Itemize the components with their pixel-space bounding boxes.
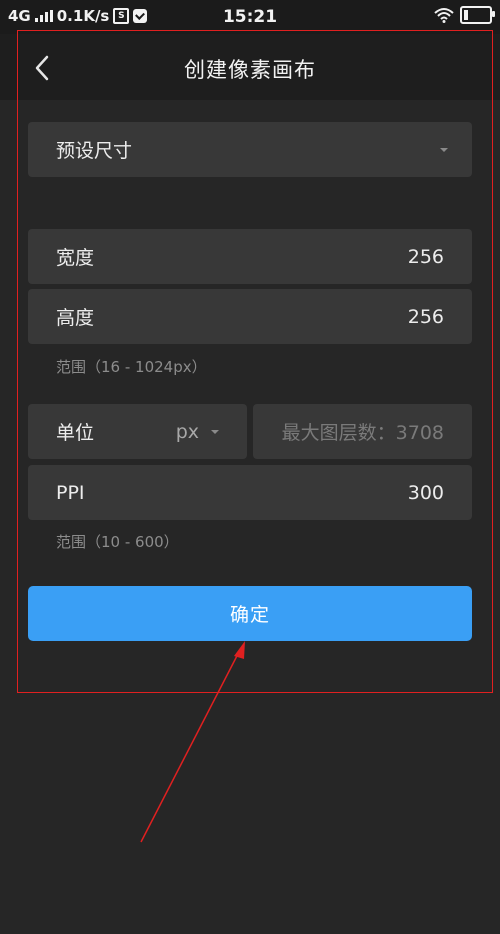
chevron-down-icon (211, 429, 219, 434)
status-right (434, 6, 495, 24)
battery-icon (460, 6, 495, 24)
page-title: 创建像素画布 (184, 58, 316, 82)
width-label: 宽度 (56, 247, 95, 269)
unit-value: px (175, 420, 199, 443)
preset-size-dropdown[interactable]: 预设尺寸 (28, 122, 472, 177)
preset-size-label: 预设尺寸 (56, 140, 133, 162)
unit-selector[interactable]: 单位 px (28, 404, 247, 459)
chevron-down-icon (440, 147, 448, 152)
ppi-label: PPI (56, 481, 85, 504)
width-value: 256 (407, 245, 444, 268)
confirm-button[interactable]: 确定 (28, 586, 472, 641)
height-field[interactable]: 高度 256 (28, 289, 472, 344)
unit-dropdown[interactable]: px (176, 421, 219, 443)
size-range-hint: 范围（16 - 1024px） (56, 358, 207, 376)
wifi-icon (434, 8, 454, 23)
ppi-field[interactable]: PPI 300 (28, 465, 472, 520)
height-label: 高度 (56, 307, 95, 329)
width-field[interactable]: 宽度 256 (28, 229, 472, 284)
max-layers-box: 最大图层数：3708 (253, 404, 472, 459)
status-time: 15:21 (222, 7, 278, 27)
height-value: 256 (407, 305, 444, 328)
nav-bar: 创建像素画布 (0, 34, 500, 100)
unit-label: 单位 (56, 422, 95, 444)
status-bar: 4G 0.1K/s S 15:21 (0, 0, 500, 34)
max-layers-text: 最大图层数：3708 (281, 422, 444, 444)
ppi-range-hint: 范围（10 - 600） (56, 533, 179, 551)
ppi-value: 300 (407, 481, 444, 504)
